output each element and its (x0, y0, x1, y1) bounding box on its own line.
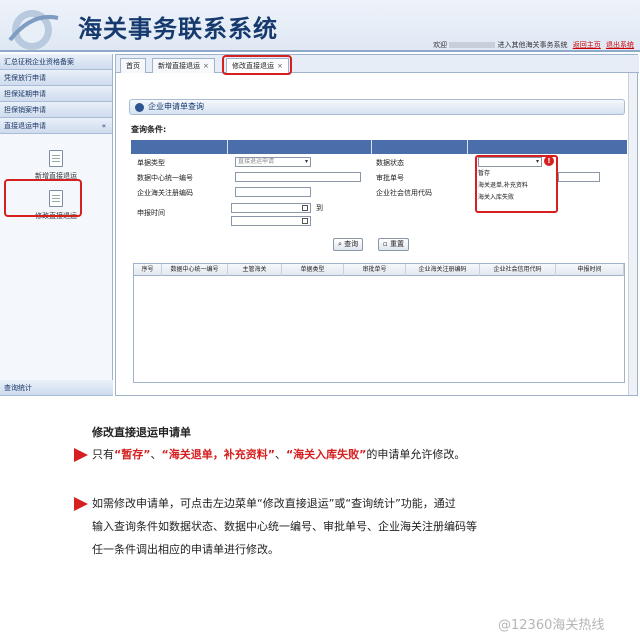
collapse-icon[interactable]: « (102, 118, 106, 134)
sidebar-item-summary-tax[interactable]: 汇总征税企业资格备案 (0, 54, 112, 70)
arrow-icon (74, 448, 88, 462)
column-header[interactable]: 企业社会信用代码 (480, 264, 556, 276)
customs-reg-input[interactable] (235, 187, 311, 197)
sidebar-item-guarantee-release[interactable]: 凭保放行申请 (0, 70, 112, 86)
highlight-active-tab (222, 55, 292, 75)
arrow-icon (74, 497, 88, 511)
chevron-down-icon: ▾ (304, 158, 308, 165)
sidebar-item-query-stats[interactable]: 查询统计 (0, 380, 113, 396)
column-header[interactable]: 主管海关 (228, 264, 282, 276)
welcome-prefix: 欢迎 (433, 41, 448, 49)
top-status-bar: 欢迎 进入其他海关事务系统 返回主页 退出系统 (0, 38, 640, 52)
grid-header: 序号 数据中心统一编号 主管海关 单据类型 审批单号 企业海关注册编码 企业社会… (134, 264, 624, 276)
approval-no-input[interactable] (558, 172, 600, 182)
logout-link[interactable]: 退出系统 (606, 41, 634, 49)
sub-item-add-direct-return[interactable]: 新增直接退运 (16, 150, 96, 181)
sidebar-item-direct-return[interactable]: 直接退运申请 « (0, 118, 112, 134)
tab-bar: 首页 新增直接退运 × 修改直接退运 × (116, 55, 639, 73)
column-header[interactable]: 单据类型 (282, 264, 344, 276)
sidebar-item-guarantee-cancel[interactable]: 担保销案申请 (0, 102, 112, 118)
caption-paragraph-1: 只有“暂存”、“海关退单，补充资料”、“海关入库失败”的申请单允许修改。 (74, 446, 465, 464)
watermark: @12360海关热线 (498, 618, 605, 633)
highlight-modify-menu (4, 179, 82, 217)
tab-home[interactable]: 首页 (120, 58, 146, 73)
caption-paragraph-2: 如需修改申请单，可点击左边菜单“修改直接退运”或“查询统计”功能，通过 输入查询… (74, 495, 477, 559)
search-button[interactable]: ⌕ 查询 (333, 238, 364, 251)
bill-type-select[interactable]: 直接退运申请 ▾ (235, 157, 311, 167)
column-header[interactable]: 企业海关注册编码 (406, 264, 480, 276)
results-grid: 序号 数据中心统一编号 主管海关 单据类型 审批单号 企业海关注册编码 企业社会… (133, 263, 625, 383)
reset-button[interactable]: ▫ 重置 (378, 238, 409, 251)
label-credit-code: 企业社会信用代码 (376, 189, 432, 197)
welcome-text: 进入其他海关事务系统 (497, 41, 568, 49)
query-conditions-label: 查询条件: (131, 125, 167, 134)
section-header: 企业申请单查询 (129, 99, 625, 115)
reset-icon: ▫ (383, 240, 390, 248)
form-header-bar (131, 140, 627, 154)
label-center-code: 数据中心统一编号 (137, 174, 193, 182)
warning-icon: ! (544, 156, 554, 166)
caption-title: 修改直接退运申请单 (92, 426, 191, 439)
center-code-input[interactable] (235, 172, 361, 182)
document-icon (49, 150, 63, 167)
tab-add-direct-return[interactable]: 新增直接退运 × (152, 58, 215, 73)
label-customs-reg: 企业海关注册编码 (137, 189, 193, 197)
label-to: 到 (316, 204, 323, 212)
label-bill-type: 单据类型 (137, 159, 165, 167)
column-header[interactable]: 申报时间 (556, 264, 624, 276)
close-icon[interactable]: × (203, 62, 209, 70)
home-link[interactable]: 返回主页 (573, 41, 601, 49)
column-header[interactable]: 数据中心统一编号 (162, 264, 228, 276)
label-data-status: 数据状态 (376, 159, 404, 167)
declare-time-end[interactable] (231, 216, 311, 226)
label-declare-time: 申报时间 (137, 209, 165, 217)
column-header[interactable]: 序号 (134, 264, 162, 276)
declare-time-start[interactable] (231, 203, 311, 213)
section-bullet-icon (135, 103, 144, 112)
blurred-user (449, 42, 496, 48)
column-header[interactable]: 审批单号 (344, 264, 406, 276)
label-approval-no: 审批单号 (376, 174, 404, 182)
sidebar-item-guarantee-extension[interactable]: 担保延期申请 (0, 86, 112, 102)
calendar-icon[interactable] (302, 205, 308, 211)
vertical-scrollbar[interactable] (628, 73, 637, 395)
sidebar: 汇总征税企业资格备案 凭保放行申请 担保延期申请 担保销案申请 直接退运申请 « … (0, 54, 113, 396)
calendar-icon[interactable] (302, 218, 308, 224)
